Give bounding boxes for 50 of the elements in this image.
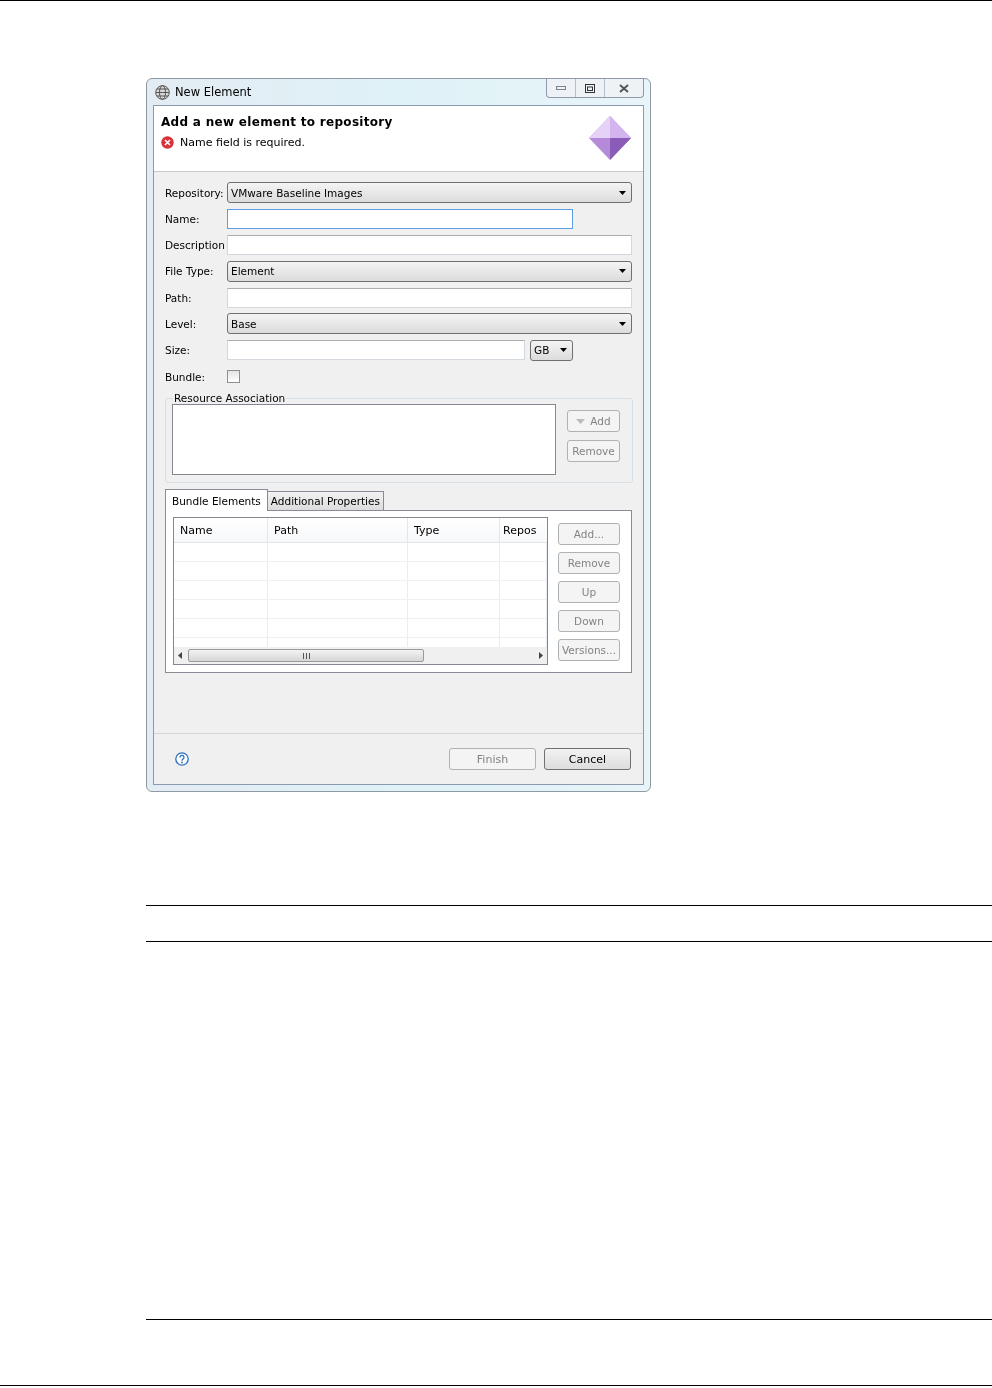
horizontal-scrollbar[interactable] [174,647,547,665]
column-header[interactable]: Name [174,518,268,543]
left-arrow-icon [178,652,182,660]
button[interactable]: Cancel [544,748,631,770]
field-label: Size: [165,344,192,357]
dropdown[interactable]: Base [227,313,632,335]
caret-icon [619,322,626,326]
input-field[interactable] [227,339,525,360]
caret-icon [576,418,586,424]
scroll-thumb[interactable] [188,649,424,663]
globe-icon [155,84,170,100]
page-title: Add a new element to repository [161,115,394,129]
field-label: Level: [165,318,198,330]
diamond-icon [589,116,631,160]
field-label: Path: [165,291,193,304]
tab[interactable]: Additional Properties [266,491,384,511]
caret-icon [560,348,567,353]
input-field[interactable] [227,235,632,256]
error-icon [161,136,174,149]
dropdown[interactable]: Element [227,260,632,282]
dropdown-value: Base [231,318,257,330]
column-header[interactable]: Path [268,518,408,543]
help-icon[interactable] [175,752,189,766]
close-icon [619,83,629,93]
column-header[interactable]: Repos [500,518,547,543]
caret-icon [619,269,626,274]
checkbox[interactable] [227,370,240,384]
tab[interactable]: Bundle Elements [165,489,268,512]
error-message: Name field is required. [180,136,306,149]
dropdown[interactable]: VMware Baseline Images [227,182,632,203]
list-box[interactable] [172,404,556,476]
input-field[interactable] [227,208,573,229]
unit-dropdown[interactable]: GB [530,339,573,361]
dropdown-value: VMware Baseline Images [231,186,363,199]
window-title: New Element [175,85,253,99]
grip-icon [302,652,310,659]
minimize-icon [556,86,566,90]
field-label: Name: [165,212,201,225]
group-title: Resource Association [173,392,287,405]
caret-icon [619,190,626,195]
input-field[interactable] [227,287,632,308]
dropdown-value: GB [534,344,550,357]
field-label: Bundle: [165,370,207,383]
right-arrow-icon [539,652,543,660]
field-label: Description [165,239,226,252]
dropdown-value: Element [231,265,275,278]
field-label: Repository: [165,186,225,199]
column-header[interactable]: Type [408,518,500,543]
maximize-icon [585,83,595,93]
field-label: File Type: [165,265,215,278]
